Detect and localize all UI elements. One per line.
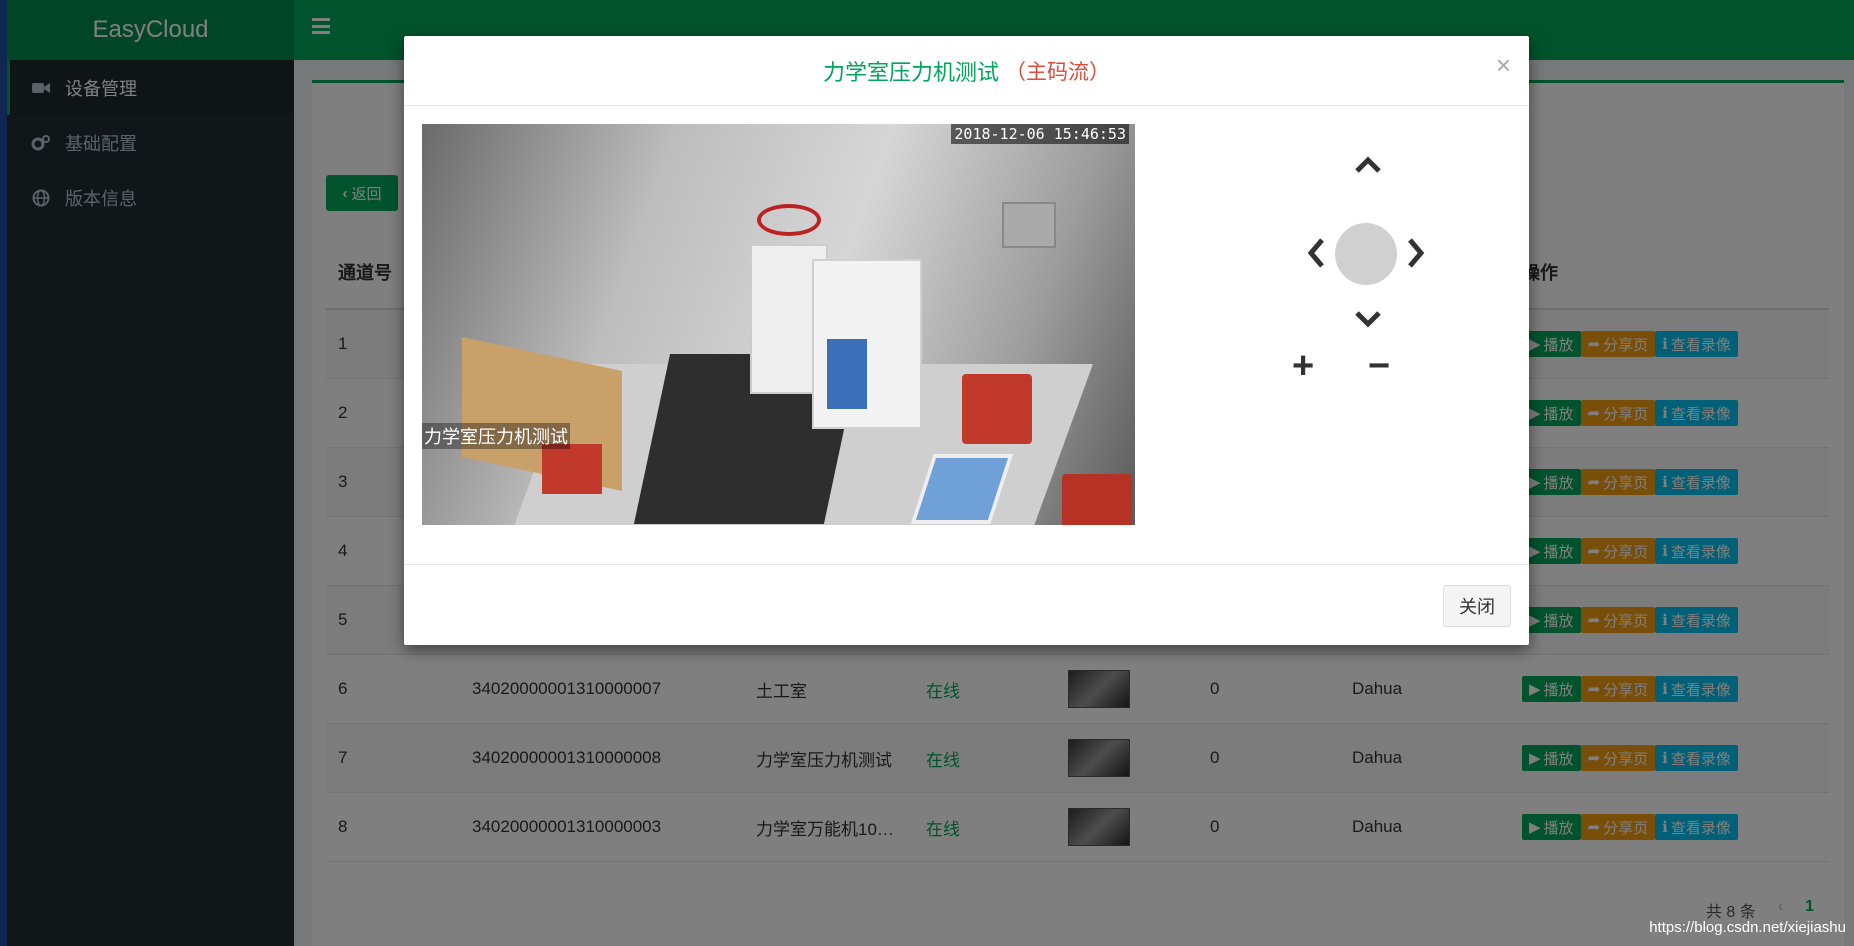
video-modal: 力学室压力机测试 （主码流） × 2018-12-06 15:46:53 力学室… — [404, 36, 1529, 645]
ptz-down-icon[interactable] — [1354, 303, 1382, 337]
ptz-left-icon[interactable] — [1306, 237, 1326, 277]
zoom-out-button[interactable]: − — [1368, 345, 1390, 388]
modal-footer: 关闭 — [404, 564, 1529, 645]
modal-title: 力学室压力机测试 — [822, 59, 999, 85]
ptz-control: + − — [1264, 141, 1484, 391]
close-button[interactable]: 关闭 — [1443, 585, 1511, 627]
ptz-center-button[interactable] — [1335, 223, 1397, 285]
video-timestamp: 2018-12-06 15:46:53 — [951, 124, 1129, 144]
ptz-up-icon[interactable] — [1354, 149, 1382, 183]
ptz-right-icon[interactable] — [1406, 237, 1426, 277]
modal-header: 力学室压力机测试 （主码流） — [404, 36, 1529, 106]
video-channel-label: 力学室压力机测试 — [422, 423, 570, 449]
zoom-in-button[interactable]: + — [1292, 345, 1314, 388]
watermark: https://blog.csdn.net/xiejiashu — [1649, 919, 1846, 936]
video-player[interactable]: 2018-12-06 15:46:53 力学室压力机测试 — [422, 124, 1135, 525]
close-icon[interactable]: × — [1496, 50, 1511, 81]
modal-subtitle-stream: （主码流） — [1005, 59, 1110, 84]
